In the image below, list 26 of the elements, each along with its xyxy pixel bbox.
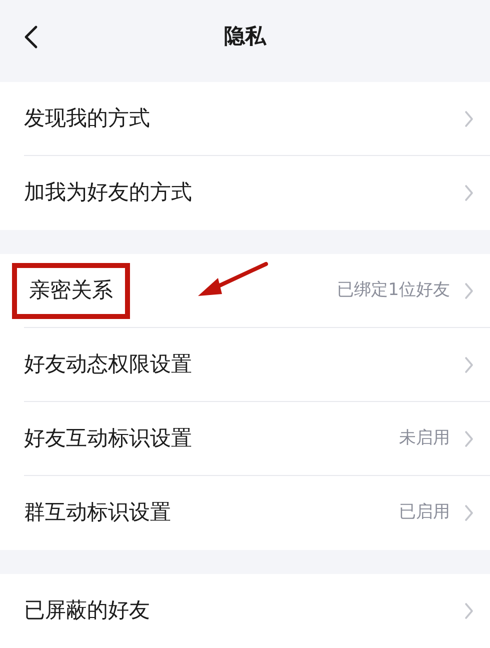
chevron-right-icon <box>464 110 474 128</box>
back-icon[interactable] <box>24 25 38 49</box>
settings-row[interactable]: 好友动态权限设置 <box>0 328 490 402</box>
row-label: 加我为好友的方式 <box>24 179 192 206</box>
settings-row[interactable]: 亲密关系 已绑定1位好友 <box>0 254 490 328</box>
row-label: 群互动标识设置 <box>24 499 171 526</box>
row-value: 未启用 <box>399 427 450 450</box>
chevron-right-icon <box>464 356 474 374</box>
row-value: 已启用 <box>399 501 450 524</box>
row-label: 亲密关系 <box>29 277 113 304</box>
settings-row[interactable]: 好友互动标识设置 未启用 <box>0 402 490 476</box>
chevron-right-icon <box>464 602 474 620</box>
settings-row[interactable]: 加我为好友的方式 <box>0 156 490 230</box>
row-value: 已绑定1位好友 <box>337 279 450 302</box>
settings-row[interactable]: 群互动标识设置 已启用 <box>0 476 490 550</box>
row-label: 已屏蔽的好友 <box>24 597 150 624</box>
settings-row[interactable]: 发现我的方式 <box>0 82 490 156</box>
page-title: 隐私 <box>224 23 266 50</box>
chevron-right-icon <box>464 282 474 300</box>
chevron-right-icon <box>464 184 474 202</box>
row-label: 好友动态权限设置 <box>24 351 192 378</box>
settings-row[interactable]: 已屏蔽的好友 <box>0 574 490 648</box>
row-label: 发现我的方式 <box>24 105 150 132</box>
row-label: 好友互动标识设置 <box>24 425 192 452</box>
chevron-right-icon <box>464 430 474 448</box>
chevron-right-icon <box>464 504 474 522</box>
